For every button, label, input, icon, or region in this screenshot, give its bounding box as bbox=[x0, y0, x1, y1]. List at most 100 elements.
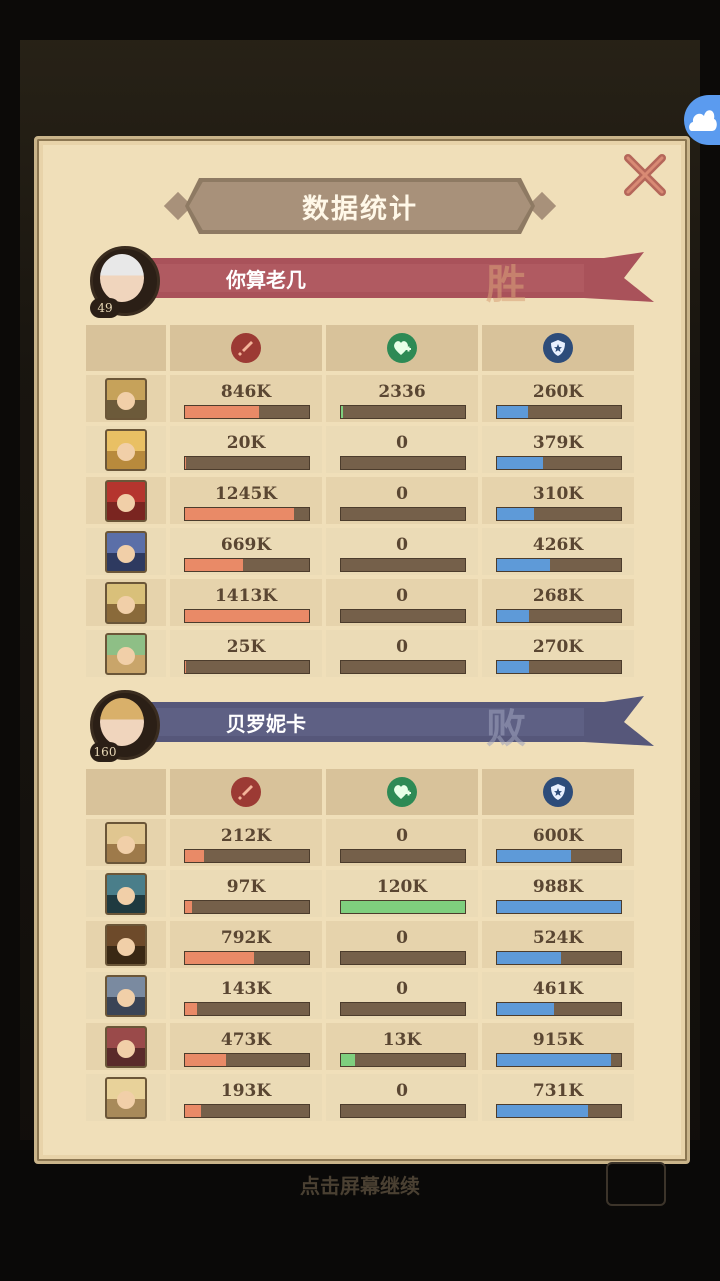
healing-bar bbox=[340, 1053, 466, 1067]
healing-value: 0 bbox=[396, 637, 408, 657]
tank-bar-fill bbox=[497, 661, 530, 673]
healing-cell: 0 bbox=[326, 477, 478, 524]
tank-bar bbox=[496, 1002, 622, 1016]
damage-bar-fill bbox=[185, 610, 309, 622]
hero-portrait-cell bbox=[86, 375, 166, 422]
tank-bar bbox=[496, 558, 622, 572]
damage-bar-fill bbox=[185, 952, 255, 964]
hero-stat-row: 473K 13K 915K bbox=[86, 1023, 634, 1070]
damage-cell: 1245K bbox=[170, 477, 322, 524]
healing-column-header bbox=[326, 769, 478, 815]
hero-stat-row: 212K 0 600K bbox=[86, 819, 634, 866]
hero-portrait[interactable] bbox=[105, 428, 147, 471]
damage-value: 25K bbox=[226, 637, 266, 657]
damage-bar-fill bbox=[185, 508, 295, 520]
damage-value: 97K bbox=[226, 877, 266, 897]
hero-portrait[interactable] bbox=[105, 1076, 147, 1119]
team-banner bbox=[144, 252, 654, 302]
hero-portrait[interactable] bbox=[105, 581, 147, 624]
hero-portrait[interactable] bbox=[105, 974, 147, 1017]
hero-portrait[interactable] bbox=[105, 821, 147, 864]
tank-bar-fill bbox=[497, 457, 543, 469]
damage-cell: 20K bbox=[170, 426, 322, 473]
tank-value: 268K bbox=[532, 586, 584, 606]
healing-column-header bbox=[326, 325, 478, 371]
damage-bar-fill bbox=[185, 559, 244, 571]
hero-stat-row: 143K 0 461K bbox=[86, 972, 634, 1019]
damage-bar bbox=[184, 609, 310, 623]
tank-value: 310K bbox=[532, 484, 584, 504]
hero-portrait[interactable] bbox=[105, 1025, 147, 1068]
damage-cell: 193K bbox=[170, 1074, 322, 1121]
hero-stat-row: 669K 0 426K bbox=[86, 528, 634, 575]
tank-bar-fill bbox=[497, 1003, 555, 1015]
tank-bar bbox=[496, 1104, 622, 1118]
healing-cell: 0 bbox=[326, 579, 478, 626]
damage-cell: 25K bbox=[170, 630, 322, 677]
hero-portrait-cell bbox=[86, 870, 166, 917]
tank-value: 426K bbox=[532, 535, 584, 555]
hero-portrait-cell bbox=[86, 426, 166, 473]
player-avatar[interactable]: 160 bbox=[90, 690, 160, 762]
damage-bar-fill bbox=[185, 850, 204, 862]
stats-chart-icon[interactable] bbox=[606, 1162, 666, 1206]
hero-portrait[interactable] bbox=[105, 923, 147, 966]
damage-cell: 212K bbox=[170, 819, 322, 866]
healing-cell: 13K bbox=[326, 1023, 478, 1070]
close-button[interactable] bbox=[620, 150, 670, 200]
hero-portrait-cell bbox=[86, 921, 166, 968]
healing-cell: 0 bbox=[326, 972, 478, 1019]
tank-bar bbox=[496, 849, 622, 863]
damage-column-header bbox=[170, 325, 322, 371]
damage-bar bbox=[184, 1053, 310, 1067]
tank-value: 600K bbox=[532, 826, 584, 846]
tank-column-header bbox=[482, 769, 634, 815]
damage-bar bbox=[184, 405, 310, 419]
healing-cell: 0 bbox=[326, 426, 478, 473]
damage-cell: 97K bbox=[170, 870, 322, 917]
hero-portrait[interactable] bbox=[105, 632, 147, 675]
player-avatar[interactable]: 49 bbox=[90, 246, 160, 318]
healing-bar bbox=[340, 1002, 466, 1016]
tank-bar-fill bbox=[497, 1054, 612, 1066]
team-banner bbox=[144, 696, 654, 746]
tank-bar bbox=[496, 456, 622, 470]
tank-cell: 310K bbox=[482, 477, 634, 524]
hero-portrait[interactable] bbox=[105, 377, 147, 420]
tank-bar bbox=[496, 660, 622, 674]
tank-value: 915K bbox=[532, 1030, 584, 1050]
healing-cell: 0 bbox=[326, 819, 478, 866]
damage-bar-fill bbox=[185, 901, 193, 913]
title-plate: 数据统计 bbox=[185, 178, 535, 234]
damage-cell: 1413K bbox=[170, 579, 322, 626]
healing-bar bbox=[340, 507, 466, 521]
healing-value: 13K bbox=[382, 1030, 422, 1050]
hero-portrait[interactable] bbox=[105, 872, 147, 915]
tank-value: 270K bbox=[532, 637, 584, 657]
healing-value: 0 bbox=[396, 826, 408, 846]
heart-plus-icon bbox=[387, 333, 417, 363]
team-name: 贝罗妮卡 bbox=[226, 712, 306, 736]
tank-cell: 270K bbox=[482, 630, 634, 677]
hero-portrait[interactable] bbox=[105, 479, 147, 522]
damage-bar bbox=[184, 660, 310, 674]
hero-portrait[interactable] bbox=[105, 530, 147, 573]
healing-bar bbox=[340, 951, 466, 965]
healing-value: 0 bbox=[396, 979, 408, 999]
tank-cell: 731K bbox=[482, 1074, 634, 1121]
healing-bar bbox=[340, 660, 466, 674]
healing-cell: 0 bbox=[326, 630, 478, 677]
tank-bar-fill bbox=[497, 901, 621, 913]
healing-bar bbox=[340, 900, 466, 914]
tank-bar-fill bbox=[497, 952, 562, 964]
hero-stat-row: 193K 0 731K bbox=[86, 1074, 634, 1121]
tank-cell: 988K bbox=[482, 870, 634, 917]
healing-bar-fill bbox=[341, 901, 465, 913]
damage-value: 1245K bbox=[214, 484, 278, 504]
tank-bar bbox=[496, 900, 622, 914]
hero-stat-row: 846K 2336 260K bbox=[86, 375, 634, 422]
tank-cell: 268K bbox=[482, 579, 634, 626]
damage-bar bbox=[184, 1002, 310, 1016]
sword-icon bbox=[231, 777, 261, 807]
damage-bar bbox=[184, 849, 310, 863]
